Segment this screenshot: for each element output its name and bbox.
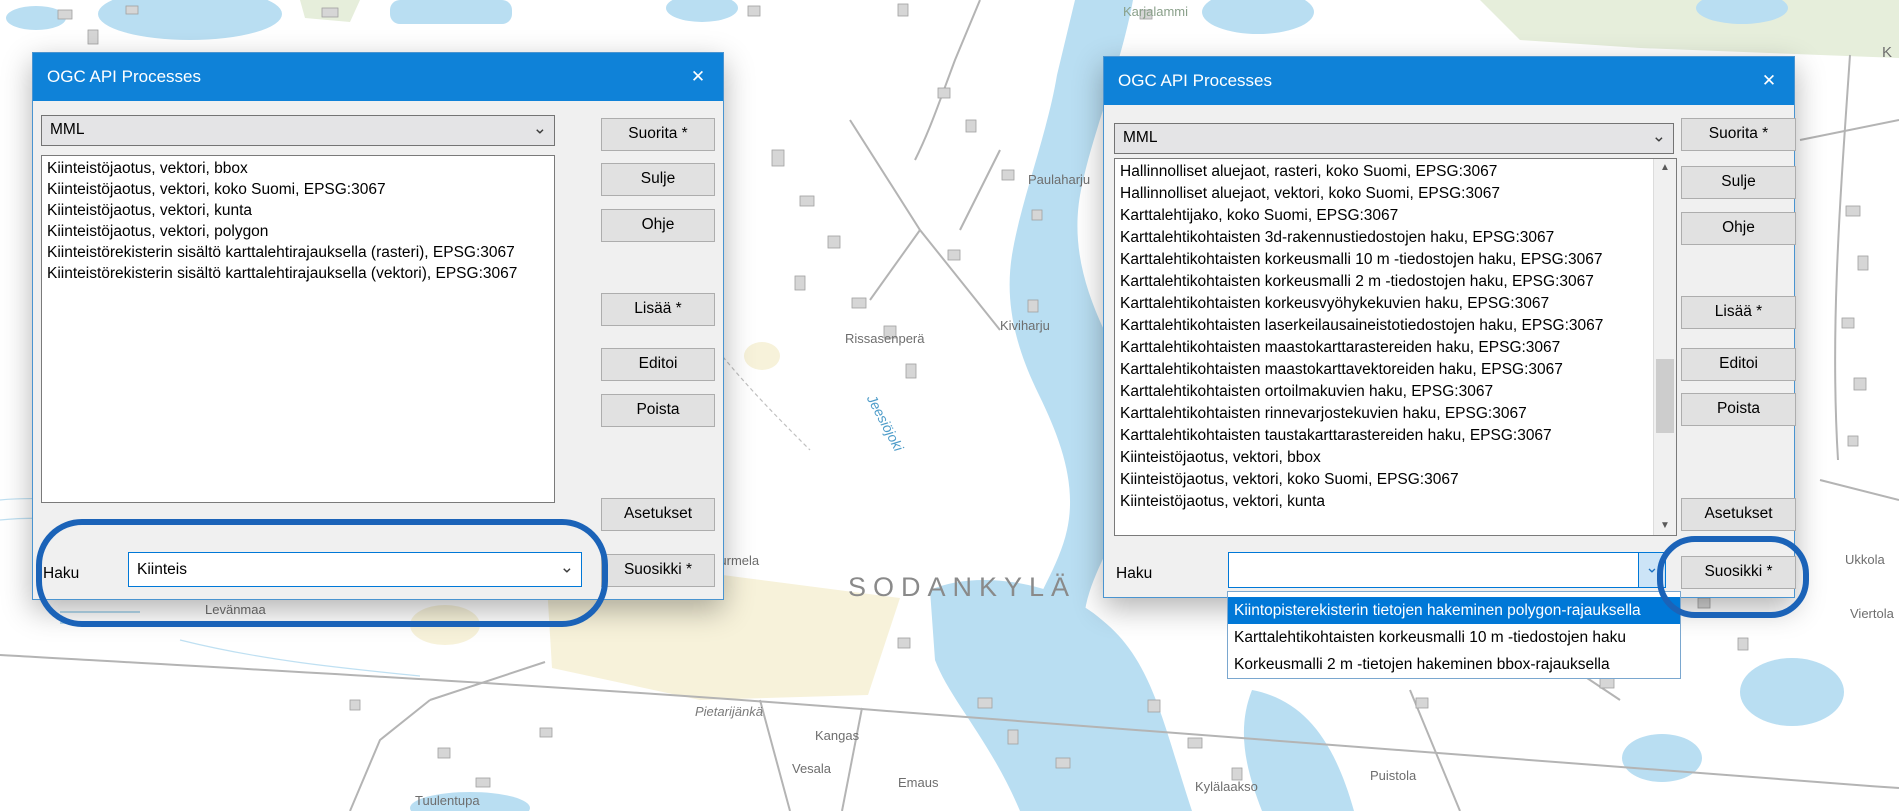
sulje-button[interactable]: Sulje [601,163,715,196]
scrollbar[interactable]: ▲ ▼ [1653,159,1676,535]
search-label: Haku [43,565,79,583]
asetukset-button[interactable]: Asetukset [1681,498,1796,531]
dropdown-toggle[interactable]: ⌄ [1638,553,1665,587]
list-item[interactable]: Karttalehtikohtaisten korkeusmalli 10 m … [1115,249,1657,271]
map-label: Pietarijänkä [695,704,763,719]
list-item[interactable]: Karttalehtikohtaisten rinnevarjostekuvie… [1115,403,1657,425]
poista-button[interactable]: Poista [1681,393,1796,426]
map-label: Tuulentupa [415,793,480,808]
list-item[interactable]: Hallinnolliset aluejaot, vektori, koko S… [1115,183,1657,205]
source-select[interactable]: MML ⌄ [41,115,555,146]
lisaa-button[interactable]: Lisää * [601,293,715,326]
ohje-button[interactable]: Ohje [601,209,715,242]
scroll-up-icon[interactable]: ▲ [1654,159,1676,177]
list-item[interactable]: Kiinteistörekisterin sisältö karttalehti… [42,242,554,263]
sulje-button[interactable]: Sulje [1681,166,1796,199]
list-item[interactable]: Karttalehtikohtaisten maastokarttaraster… [1115,337,1657,359]
title-bar[interactable]: OGC API Processes ✕ [33,53,723,101]
map-label: Kylälaakso [1195,779,1258,794]
list-item[interactable]: Karttalehtijako, koko Suomi, EPSG:3067 [1115,205,1657,227]
list-item[interactable]: Kiinteistöjaotus, vektori, koko Suomi, E… [1115,469,1657,491]
search-combobox: ⌄ [128,552,582,587]
title-bar[interactable]: OGC API Processes ✕ [1104,57,1794,105]
map-label: Kangas [815,728,859,743]
process-list: Kiinteistöjaotus, vektori, bbox Kiinteis… [41,155,555,503]
map-label: Vesala [792,761,831,776]
map-label: Levänmaa [205,602,266,617]
poista-button[interactable]: Poista [601,394,715,427]
map-label: Kiviharju [1000,318,1050,333]
scroll-down-icon[interactable]: ▼ [1654,517,1676,535]
source-select-value: MML [50,116,84,145]
map-label: Rissasenperä [845,331,925,346]
map-label: SODANKYLÄ [848,572,1076,603]
map-label: Paulaharju [1028,172,1090,187]
search-suggestions-dropdown: Kiintopisterekisterin tietojen hakeminen… [1227,591,1681,679]
map-label: Puistola [1370,768,1416,783]
desktop: Karjalammi Paulaharju Kiviharju Rissasen… [0,0,1899,811]
dialog-title: OGC API Processes [1118,57,1272,105]
suorita-button[interactable]: Suorita * [601,118,715,151]
list-item[interactable]: Kiinteistöjaotus, vektori, bbox [1115,447,1657,469]
list-item[interactable]: Karttalehtikohtaisten korkeusmalli 2 m -… [1115,271,1657,293]
search-input[interactable] [1229,553,1665,587]
ogc-api-processes-dialog-right: OGC API Processes ✕ MML ⌄ Hallinnolliset… [1103,56,1795,598]
source-select[interactable]: MML ⌄ [1114,123,1674,154]
suosikki-button[interactable]: Suosikki * [1681,556,1796,589]
lisaa-button[interactable]: Lisää * [1681,296,1796,329]
list-item[interactable]: Karttalehtikohtaisten taustakarttaraster… [1115,425,1657,447]
chevron-down-icon: ⌄ [533,118,547,138]
chevron-down-icon: ⌄ [1652,126,1666,146]
map-label: Viertola [1850,606,1894,621]
list-item[interactable]: Kiinteistöjaotus, vektori, bbox [42,158,554,179]
process-list: Hallinnolliset aluejaot, rasteri, koko S… [1114,158,1677,536]
close-icon[interactable]: ✕ [673,53,723,101]
chevron-down-icon[interactable]: ⌄ [560,557,574,577]
scrollbar-thumb[interactable] [1656,359,1674,433]
search-combobox: ⌄ [1228,552,1666,588]
asetukset-button[interactable]: Asetukset [601,498,715,531]
suggestion-item[interactable]: Korkeusmalli 2 m -tietojen hakeminen bbo… [1228,651,1680,678]
map-label: Karjalammi [1123,4,1188,19]
close-icon[interactable]: ✕ [1744,57,1794,105]
ohje-button[interactable]: Ohje [1681,212,1796,245]
dialog-title: OGC API Processes [47,53,201,101]
search-input[interactable] [129,553,581,586]
list-item[interactable]: Karttalehtikohtaisten 3d-rakennustiedost… [1115,227,1657,249]
list-item[interactable]: Karttalehtikohtaisten korkeusvyöhykekuvi… [1115,293,1657,315]
ogc-api-processes-dialog-left: OGC API Processes ✕ MML ⌄ Kiinteistöjaot… [32,52,724,600]
suosikki-button[interactable]: Suosikki * [601,554,715,587]
chevron-down-icon: ⌄ [1645,558,1658,578]
list-item[interactable]: Kiinteistöjaotus, vektori, kunta [1115,491,1657,513]
list-item[interactable]: Hallinnolliset aluejaot, rasteri, koko S… [1115,161,1657,183]
source-select-value: MML [1123,124,1157,153]
list-item[interactable]: Kiinteistöjaotus, vektori, kunta [42,200,554,221]
map-label: K [1882,44,1892,61]
list-item[interactable]: Karttalehtikohtaisten ortoilmakuvien hak… [1115,381,1657,403]
list-item[interactable]: Kiinteistörekisterin sisältö karttalehti… [42,263,554,284]
list-item[interactable]: Kiinteistöjaotus, vektori, polygon [42,221,554,242]
suorita-button[interactable]: Suorita * [1681,118,1796,151]
suggestion-item[interactable]: Karttalehtikohtaisten korkeusmalli 10 m … [1228,624,1680,651]
map-label: Emaus [898,775,938,790]
editoi-button[interactable]: Editoi [601,348,715,381]
list-item[interactable]: Karttalehtikohtaisten maastokarttavektor… [1115,359,1657,381]
list-item[interactable]: Karttalehtikohtaisten laserkeilausaineis… [1115,315,1657,337]
search-label: Haku [1116,565,1152,583]
editoi-button[interactable]: Editoi [1681,348,1796,381]
suggestion-item[interactable]: Kiintopisterekisterin tietojen hakeminen… [1228,597,1680,624]
map-label: Ukkola [1845,552,1885,567]
list-item[interactable]: Kiinteistöjaotus, vektori, koko Suomi, E… [42,179,554,200]
